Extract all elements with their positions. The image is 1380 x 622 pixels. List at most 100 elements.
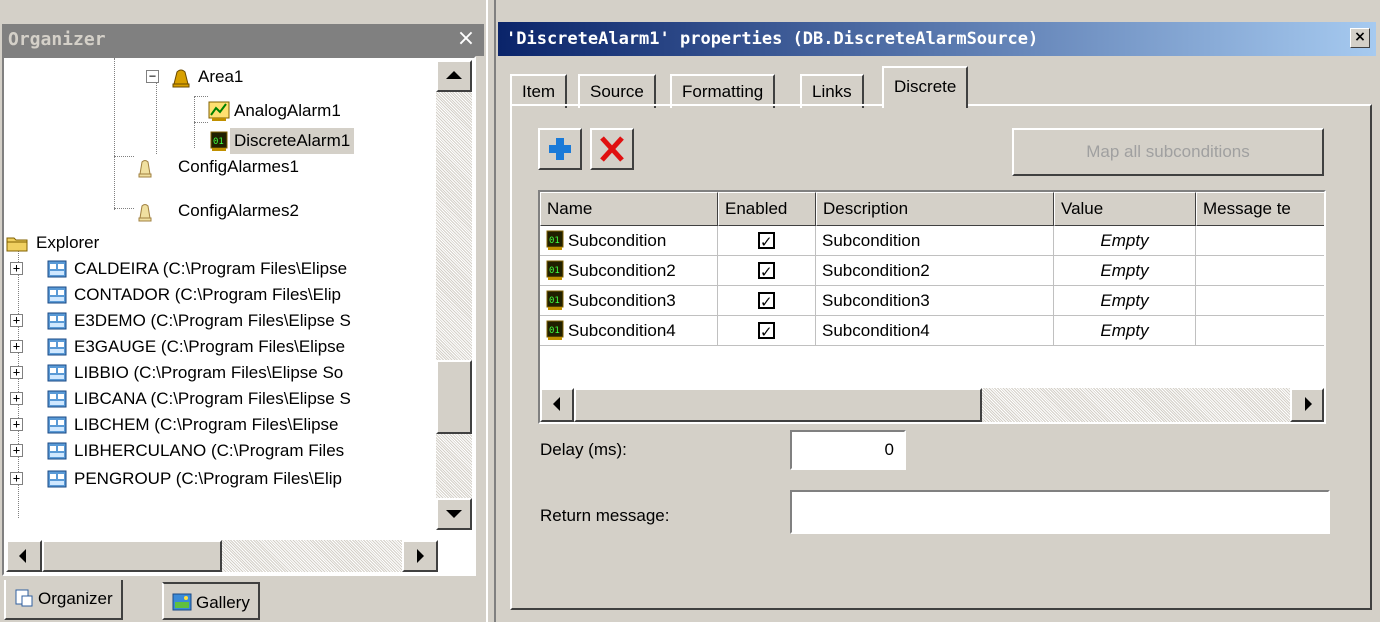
expand-icon[interactable]: + [10,314,23,327]
scroll-thumb[interactable] [574,388,982,422]
plus-icon [549,138,571,160]
expand-icon[interactable]: + [10,262,23,275]
add-subcondition-button[interactable] [538,128,582,170]
cell-message[interactable] [1196,256,1324,286]
cell-value[interactable]: Empty [1054,316,1196,346]
grid-horizontal-scrollbar[interactable] [540,388,1324,422]
cell-name: Subcondition [568,231,667,250]
expand-icon[interactable]: + [10,366,23,379]
cell-enabled[interactable] [718,316,816,346]
discrete-alarm-icon: 01 [546,320,564,340]
cell-message[interactable] [1196,226,1324,256]
scroll-right-button[interactable] [1290,388,1324,422]
tree-item-label: CALDEIRA (C:\Program Files\Elipse [74,259,348,278]
svg-text:01: 01 [549,296,560,306]
scroll-left-button[interactable] [540,388,574,422]
tree-item-label: E3GAUGE (C:\Program Files\Elipse [74,337,346,356]
return-message-input[interactable] [790,490,1330,534]
arrow-down-icon [446,510,462,518]
enabled-checkbox[interactable] [758,258,775,285]
close-icon[interactable]: × [1350,28,1370,48]
tree-item-label: AnalogAlarm1 [234,101,341,120]
table-row[interactable]: 01 Subcondition3 [540,286,718,316]
cell-value[interactable]: Empty [1054,286,1196,316]
tab-organizer[interactable]: Organizer [4,580,123,620]
organizer-title: Organizer [8,29,106,50]
expand-icon[interactable]: + [10,392,23,405]
scroll-right-button[interactable] [402,540,438,572]
tree-item-label: CONTADOR (C:\Program Files\Elip [74,285,341,304]
scroll-thumb[interactable] [42,540,222,572]
tab-item[interactable]: Item [510,74,568,108]
close-icon[interactable]: × [454,26,478,52]
cell-value[interactable]: Empty [1054,226,1196,256]
tab-links[interactable]: Links [800,74,864,108]
cell-value[interactable]: Empty [1054,256,1196,286]
table-row[interactable]: 01 Subcondition [540,226,718,256]
return-message-label: Return message: [540,506,670,525]
delete-subcondition-button[interactable] [590,128,634,170]
column-header-description[interactable]: Description [816,192,1054,226]
tree-horizontal-scrollbar[interactable] [6,540,438,572]
enabled-checkbox[interactable] [758,318,775,345]
scroll-up-button[interactable] [436,60,472,92]
discrete-alarm-icon: 01 [546,230,564,250]
table-row[interactable]: 01 Subcondition2 [540,256,718,286]
properties-tabs: Item Source Formatting Links Discrete [510,66,1370,108]
cell-description[interactable]: Subcondition [816,226,1054,256]
delay-input[interactable]: 0 [790,430,906,470]
expand-icon[interactable]: + [10,418,23,431]
svg-text:01: 01 [213,137,224,147]
table-row[interactable]: 01 Subcondition4 [540,316,718,346]
organizer-title-bar: Organizer × [2,24,484,56]
panel-splitter[interactable] [486,0,496,622]
scroll-down-button[interactable] [436,498,472,530]
organizer-tree[interactable]: − Area1 AnalogAlarm1 01 DiscreteAlarm1 C [2,56,476,576]
expand-icon[interactable]: + [10,444,23,457]
expand-icon[interactable]: + [10,472,23,485]
cell-message[interactable] [1196,286,1324,316]
tree-item-label: LIBCHEM (C:\Program Files\Elipse [74,415,339,434]
tab-gallery[interactable]: Gallery [162,582,260,620]
tree-item-label: LIBCANA (C:\Program Files\Elipse S [74,389,351,408]
properties-title-bar: 'DiscreteAlarm1' properties (DB.Discrete… [498,22,1376,56]
cell-description[interactable]: Subcondition3 [816,286,1054,316]
discrete-alarm-icon: 01 [546,290,564,310]
cell-enabled[interactable] [718,286,816,316]
cell-enabled[interactable] [718,256,816,286]
cell-name: Subcondition2 [568,261,676,280]
tab-discrete[interactable]: Discrete [882,66,969,108]
project-icon [47,338,67,356]
delete-x-icon [600,136,624,162]
folder-icon [6,237,28,252]
tab-label: Organizer [38,589,113,608]
cell-description[interactable]: Subcondition4 [816,316,1054,346]
tab-formatting[interactable]: Formatting [670,74,776,108]
arrow-right-icon [417,549,424,563]
cell-description[interactable]: Subcondition2 [816,256,1054,286]
column-header-value[interactable]: Value [1054,192,1196,226]
cell-message[interactable] [1196,316,1324,346]
scroll-thumb[interactable] [436,360,472,434]
tree-line [156,72,157,154]
collapse-icon[interactable]: − [146,70,159,83]
tree-item-label: ConfigAlarmes2 [178,201,299,220]
cell-enabled[interactable] [718,226,816,256]
column-header-name[interactable]: Name [540,192,718,226]
column-header-enabled[interactable]: Enabled [718,192,816,226]
map-all-subconditions-button[interactable]: Map all subconditions [1012,128,1324,176]
tree-vertical-scrollbar[interactable] [436,60,472,530]
enabled-checkbox[interactable] [758,228,775,255]
tab-source[interactable]: Source [578,74,656,108]
expand-icon[interactable]: + [10,340,23,353]
tree-line [114,156,134,157]
enabled-checkbox[interactable] [758,288,775,315]
tree-item-label: LIBHERCULANO (C:\Program Files [74,441,345,460]
analog-alarm-icon [208,101,230,121]
area-bell-icon [172,69,190,88]
project-icon [47,286,67,304]
scroll-left-button[interactable] [6,540,42,572]
column-header-message[interactable]: Message te [1196,192,1324,226]
properties-title: 'DiscreteAlarm1' properties (DB.Discrete… [506,29,1039,49]
tree-item-label: E3DEMO (C:\Program Files\Elipse S [74,311,351,330]
